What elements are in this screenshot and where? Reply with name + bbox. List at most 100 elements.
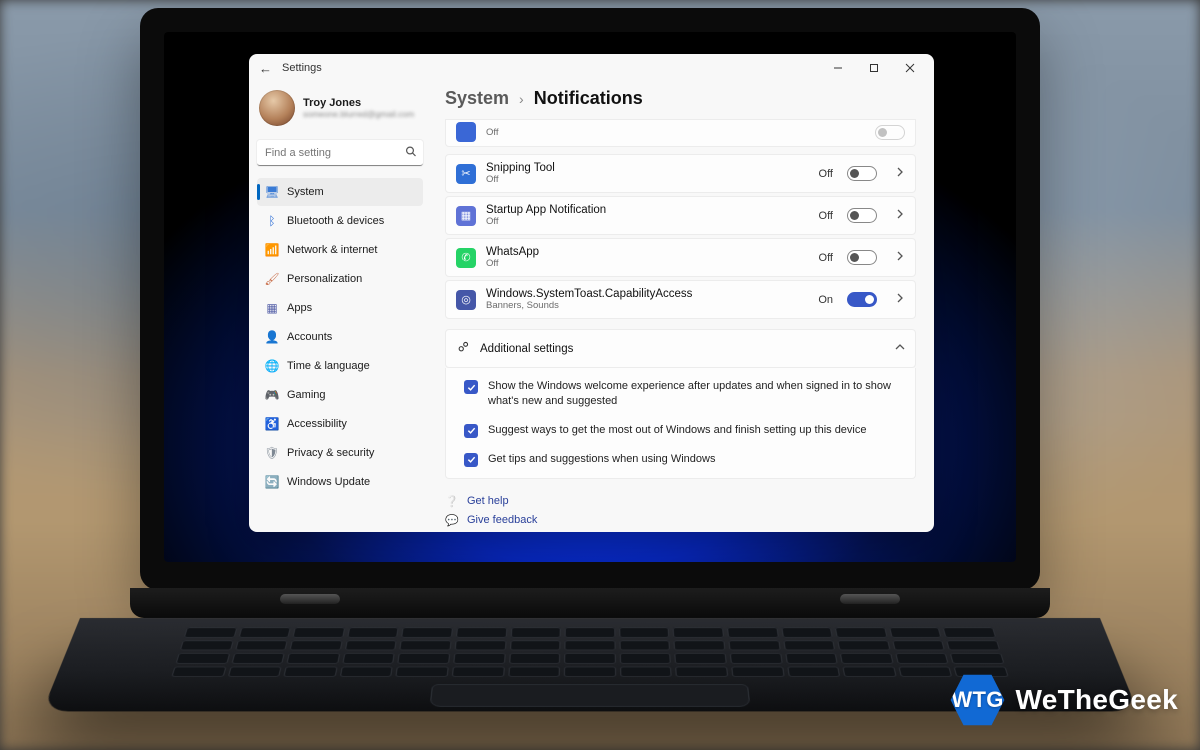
profile-name: Troy Jones <box>303 97 414 109</box>
sidebar-item-label: Personalization <box>287 273 362 285</box>
breadcrumb-parent[interactable]: System <box>445 88 509 109</box>
toggle-switch[interactable] <box>847 250 877 265</box>
app-title: Startup App Notification <box>486 204 809 216</box>
toggle-switch[interactable] <box>847 292 877 307</box>
sidebar-item-label: Privacy & security <box>287 447 374 459</box>
window-title: Settings <box>282 62 322 74</box>
sidebar-item-personalization[interactable]: 🖌 Personalization <box>257 265 423 293</box>
checkbox-row[interactable]: Show the Windows welcome experience afte… <box>456 372 905 416</box>
profile-email: someone.blurred@gmail.com <box>303 109 414 119</box>
checkbox-checked-icon[interactable] <box>464 380 478 394</box>
back-button[interactable]: ← <box>259 61 272 76</box>
nav-list: 🖥 System ᛒ Bluetooth & devices 📶 Network & in… <box>257 178 423 496</box>
bluetooth-icon: ᛒ <box>265 214 279 228</box>
profile-block[interactable]: Troy Jones someone.blurred@gmail.com <box>257 86 423 136</box>
chevron-right-icon[interactable] <box>895 251 905 264</box>
notification-app-row[interactable]: ◎ Windows.SystemToast.CapabilityAccessBan… <box>445 280 916 319</box>
globe-icon: 🌐 <box>265 359 279 373</box>
sidebar-item-apps[interactable]: ▦ Apps <box>257 294 423 322</box>
settings-window: ← Settings Troy <box>249 54 934 532</box>
main-pane: System › Notifications Off ✂Snipping Too… <box>431 82 934 532</box>
sidebar-item-accounts[interactable]: 👤 Accounts <box>257 323 423 351</box>
search-field[interactable] <box>257 140 423 166</box>
sidebar-item-label: System <box>287 186 324 198</box>
app-title: WhatsApp <box>486 246 809 258</box>
notification-app-row[interactable]: Off <box>445 119 916 147</box>
checkbox-checked-icon[interactable] <box>464 453 478 467</box>
maximize-button[interactable] <box>856 54 892 82</box>
sidebar-item-label: Apps <box>287 302 312 314</box>
sidebar-item-accessibility[interactable]: ♿ Accessibility <box>257 410 423 438</box>
sidebar-item-label: Accounts <box>287 331 332 343</box>
brand-name: WeTheGeek <box>1016 684 1178 716</box>
app-subtitle: Off <box>486 258 809 269</box>
app-icon: ▦ <box>456 206 476 226</box>
app-icon <box>456 122 476 142</box>
breadcrumb: System › Notifications <box>445 84 916 119</box>
app-icon: ✂ <box>456 164 476 184</box>
search-icon <box>405 146 417 161</box>
sidebar-item-label: Network & internet <box>287 244 377 256</box>
sidebar-item-network-internet[interactable]: 📶 Network & internet <box>257 236 423 264</box>
avatar <box>259 90 295 126</box>
sidebar-item-label: Bluetooth & devices <box>287 215 384 227</box>
notification-app-row[interactable]: ▦Startup App NotificationOffOff <box>445 196 916 235</box>
sidebar-item-privacy-security[interactable]: 🛡 Privacy & security <box>257 439 423 467</box>
brand-logo: WTG <box>950 672 1006 728</box>
additional-settings-header[interactable]: Additional settings <box>445 329 916 368</box>
notification-app-row[interactable]: ✂Snipping ToolOffOff <box>445 154 916 193</box>
checkbox-row[interactable]: Suggest ways to get the most out of Wind… <box>456 416 905 445</box>
chevron-right-icon[interactable] <box>895 209 905 222</box>
sidebar-item-gaming[interactable]: 🎮 Gaming <box>257 381 423 409</box>
sidebar-item-label: Windows Update <box>287 476 370 488</box>
chevron-up-icon <box>895 342 905 355</box>
sidebar-item-label: Accessibility <box>287 418 347 430</box>
watermark: WTG WeTheGeek <box>950 672 1178 728</box>
feedback-icon: 💬 <box>445 514 459 527</box>
app-icon: ✆ <box>456 248 476 268</box>
toggle-state-label: Off <box>819 168 833 180</box>
toggle-state-label: On <box>818 294 833 306</box>
apps-icon: ▦ <box>265 301 279 315</box>
app-subtitle: Banners, Sounds <box>486 300 808 311</box>
notification-app-row[interactable]: ✆WhatsAppOffOff <box>445 238 916 277</box>
app-icon: ◎ <box>456 290 476 310</box>
sidebar-item-system[interactable]: 🖥 System <box>257 178 423 206</box>
chevron-right-icon[interactable] <box>895 293 905 306</box>
checkbox-label: Show the Windows welcome experience afte… <box>488 379 897 409</box>
toggle-state-label: Off <box>819 252 833 264</box>
app-title: Windows.SystemToast.CapabilityAccess <box>486 288 808 300</box>
app-subtitle: Off <box>486 174 809 185</box>
get-help-link[interactable]: ❔Get help <box>445 495 916 508</box>
toggle-switch[interactable] <box>875 125 905 140</box>
checkbox-checked-icon[interactable] <box>464 424 478 438</box>
wifi-icon: 📶 <box>265 243 279 257</box>
sidebar-item-label: Gaming <box>287 389 326 401</box>
search-input[interactable] <box>257 140 423 166</box>
sidebar-item-windows-update[interactable]: 🔄 Windows Update <box>257 468 423 496</box>
checkbox-label: Get tips and suggestions when using Wind… <box>488 452 715 467</box>
help-icon: ❔ <box>445 495 459 508</box>
shield-icon: 🛡 <box>265 446 279 460</box>
app-subtitle: Off <box>486 216 809 227</box>
sidebar-item-label: Time & language <box>287 360 370 372</box>
brush-icon: 🖌 <box>265 272 279 286</box>
sidebar-item-time-language[interactable]: 🌐 Time & language <box>257 352 423 380</box>
give-feedback-link[interactable]: 💬Give feedback <box>445 514 916 527</box>
display-icon: 🖥 <box>265 185 279 199</box>
titlebar: ← Settings <box>249 54 934 82</box>
chevron-right-icon: › <box>519 91 524 107</box>
account-icon: 👤 <box>265 330 279 344</box>
toggle-switch[interactable] <box>847 208 877 223</box>
gaming-icon: 🎮 <box>265 388 279 402</box>
minimize-button[interactable] <box>820 54 856 82</box>
additional-settings-section: Additional settings Show the Windows wel… <box>445 329 916 479</box>
accessibility-icon: ♿ <box>265 417 279 431</box>
chevron-right-icon[interactable] <box>895 167 905 180</box>
page-title: Notifications <box>534 88 643 109</box>
sidebar-item-bluetooth-devices[interactable]: ᛒ Bluetooth & devices <box>257 207 423 235</box>
toggle-switch[interactable] <box>847 166 877 181</box>
checkbox-row[interactable]: Get tips and suggestions when using Wind… <box>456 445 905 474</box>
update-icon: 🔄 <box>265 475 279 489</box>
close-button[interactable] <box>892 54 928 82</box>
